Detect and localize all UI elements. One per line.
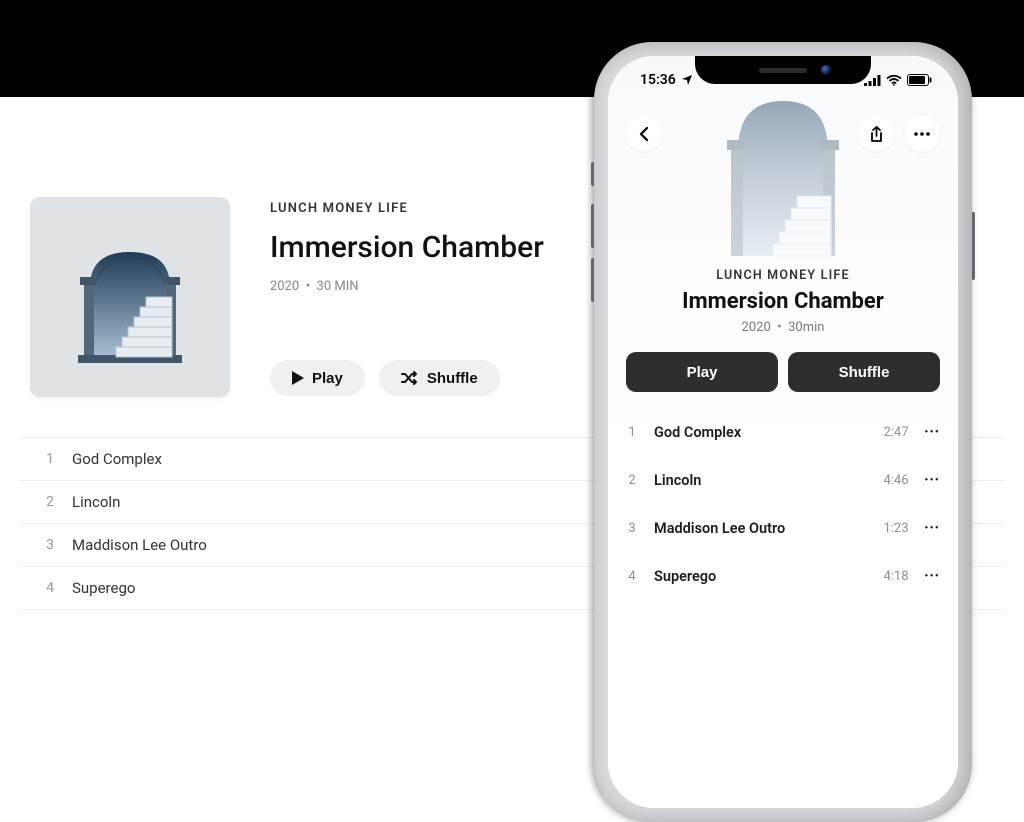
album-subline: 2020 • 30 MIN: [270, 279, 544, 294]
track-more-button[interactable]: •••: [925, 475, 940, 486]
track-row[interactable]: 1 God Complex 2:47 •••: [608, 408, 958, 456]
album-title: Immersion Chamber: [270, 230, 544, 265]
track-number: 4: [44, 580, 54, 596]
track-row[interactable]: 3 Maddison Lee Outro 1:23 •••: [608, 504, 958, 552]
track-number: 2: [626, 473, 638, 488]
track-duration: 2:47: [883, 425, 908, 440]
battery-icon: [907, 74, 932, 86]
chevron-left-icon: [639, 126, 649, 142]
shuffle-button[interactable]: Shuffle: [379, 360, 500, 396]
track-number: 4: [626, 569, 638, 584]
artist-name: LUNCH MONEY LIFE: [608, 268, 958, 283]
track-number: 1: [44, 451, 54, 467]
phone-side-button: [591, 258, 594, 302]
track-number: 3: [626, 521, 638, 536]
location-icon: [681, 74, 693, 86]
track-title: Superego: [654, 568, 867, 585]
album-cover: [30, 197, 230, 397]
back-button[interactable]: [626, 116, 662, 152]
status-time: 15:36: [640, 72, 676, 88]
play-icon: [292, 371, 304, 385]
phone-album-actions: Play Shuffle: [626, 352, 940, 392]
track-duration: 4:46: [883, 473, 908, 488]
shuffle-icon: [401, 371, 419, 385]
cellular-icon: [864, 75, 881, 86]
phone-side-button: [972, 212, 975, 280]
more-icon: [914, 132, 930, 136]
album-subline: 2020 • 30min: [608, 320, 958, 335]
track-title: Lincoln: [654, 472, 867, 489]
track-number: 3: [44, 537, 54, 553]
phone-side-button: [591, 162, 594, 186]
more-button[interactable]: [904, 116, 940, 152]
track-more-button[interactable]: •••: [925, 571, 940, 582]
shuffle-button[interactable]: Shuffle: [788, 352, 940, 392]
track-title: God Complex: [72, 450, 162, 468]
track-title: Lincoln: [72, 493, 120, 511]
phone-statusbar: 15:36: [608, 66, 958, 94]
album-meta: LUNCH MONEY LIFE Immersion Chamber 2020 …: [270, 197, 544, 397]
track-title: Maddison Lee Outro: [654, 520, 867, 537]
phone-navbar: [608, 116, 958, 152]
phone-side-button: [591, 204, 594, 248]
track-row[interactable]: 2 Lincoln 4:46 •••: [608, 456, 958, 504]
phone-device: 15:36: [594, 42, 972, 822]
track-title: God Complex: [654, 424, 867, 441]
track-title: Maddison Lee Outro: [72, 536, 207, 554]
track-more-button[interactable]: •••: [925, 523, 940, 534]
wifi-icon: [886, 75, 902, 86]
artist-name: LUNCH MONEY LIFE: [270, 201, 544, 216]
track-number: 2: [44, 494, 54, 510]
phone-album-meta: LUNCH MONEY LIFE Immersion Chamber 2020 …: [608, 268, 958, 335]
track-title: Superego: [72, 579, 135, 597]
track-duration: 4:18: [883, 569, 908, 584]
album-title: Immersion Chamber: [608, 289, 958, 314]
play-button[interactable]: Play: [626, 352, 778, 392]
share-icon: [869, 126, 884, 143]
track-duration: 1:23: [883, 521, 908, 536]
track-row[interactable]: 4 Superego 4:18 •••: [608, 552, 958, 600]
phone-tracklist: 1 God Complex 2:47 ••• 2 Lincoln 4:46 ••…: [608, 408, 958, 600]
track-more-button[interactable]: •••: [925, 427, 940, 438]
play-button[interactable]: Play: [270, 360, 365, 396]
track-number: 1: [626, 425, 638, 440]
share-button[interactable]: [858, 116, 894, 152]
phone-screen: 15:36: [608, 56, 958, 808]
album-actions: Play Shuffle: [270, 360, 544, 396]
